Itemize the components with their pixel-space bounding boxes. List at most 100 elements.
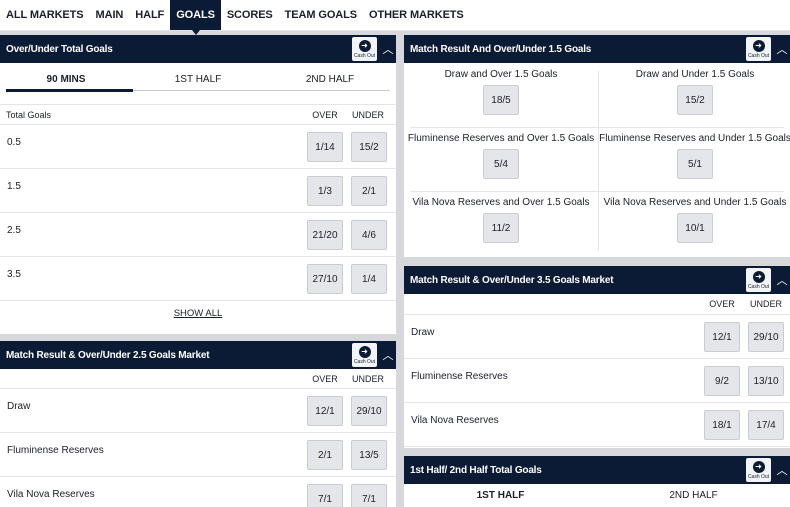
cash-out-icon: ➜ bbox=[752, 39, 765, 52]
cash-out-button[interactable]: ➜ Cash Out bbox=[746, 458, 771, 482]
period-tabs: 90 MINS 1ST HALF 2ND HALF bbox=[0, 63, 396, 105]
panel-header: Over/Under Total Goals ➜ Cash Out ︿ bbox=[0, 35, 396, 63]
tab-half[interactable]: HALF bbox=[129, 0, 170, 30]
over-header: OVER bbox=[312, 373, 338, 384]
under-header: UNDER bbox=[749, 299, 782, 309]
selection-cell: Draw and Under 1.5 Goals 15/2 bbox=[598, 63, 790, 127]
tab-team-goals[interactable]: TEAM GOALS bbox=[279, 0, 363, 30]
tab-other-markets[interactable]: OTHER MARKETS bbox=[363, 0, 470, 30]
odds-button[interactable]: 10/1 bbox=[677, 213, 713, 243]
market-nav: ALL MARKETS MAIN HALF GOALS SCORES TEAM … bbox=[0, 0, 790, 35]
odds-button-under[interactable]: 17/4 bbox=[748, 410, 784, 440]
odds-button[interactable]: 18/5 bbox=[483, 85, 519, 115]
panel-title: Match Result & Over/Under 3.5 Goals Mark… bbox=[410, 274, 614, 286]
chevron-up-icon[interactable]: ︿ bbox=[774, 41, 790, 57]
odds-button-over[interactable]: 1/14 bbox=[307, 132, 343, 162]
odds-button[interactable]: 15/2 bbox=[677, 85, 713, 115]
selection-name: Draw and Under 1.5 Goals bbox=[635, 69, 755, 80]
tab-goals[interactable]: GOALS bbox=[170, 0, 221, 35]
odds-button-over[interactable]: 1/3 bbox=[307, 176, 343, 206]
tab-scores[interactable]: SCORES bbox=[221, 0, 279, 30]
chevron-up-icon[interactable]: ︿ bbox=[774, 462, 790, 478]
odds-button-under[interactable]: 29/10 bbox=[351, 396, 387, 426]
odds-button-under[interactable]: 2/1 bbox=[351, 176, 387, 206]
odds-button-under[interactable]: 15/2 bbox=[351, 132, 387, 162]
tab-all-markets[interactable]: ALL MARKETS bbox=[0, 0, 90, 30]
cash-out-button[interactable]: ➜ Cash Out bbox=[352, 343, 377, 367]
tab-main[interactable]: MAIN bbox=[90, 0, 130, 30]
panel-header: Match Result & Over/Under 3.5 Goals Mark… bbox=[404, 266, 790, 294]
panel-title: Over/Under Total Goals bbox=[6, 43, 113, 55]
tab-2nd-half[interactable]: 2ND HALF bbox=[597, 490, 790, 501]
chevron-up-icon[interactable]: ︿ bbox=[380, 347, 396, 363]
row-label: Fluminense Reserves bbox=[7, 445, 104, 456]
odds-button-over[interactable]: 21/20 bbox=[307, 220, 343, 250]
ou-total-panel: Over/Under Total Goals ➜ Cash Out ︿ 90 M… bbox=[0, 35, 396, 334]
odds-button-under[interactable]: 7/1 bbox=[351, 484, 387, 507]
table-row: 3.5 27/10 1/4 bbox=[0, 257, 396, 301]
tab-1st-half[interactable]: 1ST HALF bbox=[404, 490, 597, 501]
row-label: Fluminense Reserves bbox=[411, 371, 508, 382]
odds-button-under[interactable]: 13/5 bbox=[351, 440, 387, 470]
odds-button[interactable]: 5/1 bbox=[677, 149, 713, 179]
odds-button-over[interactable]: 18/1 bbox=[704, 410, 740, 440]
row-label: 3.5 bbox=[7, 269, 21, 280]
cash-out-button[interactable]: ➜ Cash Out bbox=[746, 37, 771, 61]
odds-button-over[interactable]: 9/2 bbox=[704, 366, 740, 396]
show-all-link[interactable]: SHOW ALL bbox=[0, 301, 396, 325]
panel-title: Match Result & Over/Under 2.5 Goals Mark… bbox=[6, 349, 210, 361]
odds-button-under[interactable]: 1/4 bbox=[351, 264, 387, 294]
cash-out-button[interactable]: ➜ Cash Out bbox=[352, 37, 377, 61]
table-row: 0.5 1/14 15/2 bbox=[0, 125, 396, 169]
tab-90-mins[interactable]: 90 MINS bbox=[0, 74, 132, 85]
selection-cell: Fluminense Reserves and Over 1.5 Goals 5… bbox=[404, 127, 598, 191]
table-row: Fluminense Reserves 2/1 13/5 bbox=[0, 433, 396, 477]
tab-1st-half[interactable]: 1ST HALF bbox=[132, 74, 264, 85]
selection-name: Fluminense Reserves and Under 1.5 Goals bbox=[599, 133, 790, 144]
under-header: UNDER bbox=[351, 373, 384, 384]
half-total-panel: 1st Half/ 2nd Half Total Goals ➜ Cash Ou… bbox=[404, 456, 790, 507]
row-label: 0.5 bbox=[7, 137, 21, 148]
cash-out-label: Cash Out bbox=[747, 283, 770, 290]
selection-cell: Draw and Over 1.5 Goals 18/5 bbox=[404, 63, 598, 127]
cash-out-icon: ➜ bbox=[358, 39, 371, 52]
total-goals-label: Total Goals bbox=[6, 109, 52, 120]
table-row: Draw 12/1 29/10 bbox=[0, 389, 396, 433]
odds-button-over[interactable]: 2/1 bbox=[307, 440, 343, 470]
table-row: Draw 12/1 29/10 bbox=[404, 315, 790, 359]
table-row: 1.5 1/3 2/1 bbox=[0, 169, 396, 213]
cash-out-button[interactable]: ➜ Cash Out bbox=[746, 268, 771, 292]
table-row: Vila Nova Reserves 7/1 7/1 bbox=[0, 477, 396, 507]
odds-button-over[interactable]: 7/1 bbox=[307, 484, 343, 507]
selection-name: Fluminense Reserves and Over 1.5 Goals bbox=[407, 133, 595, 144]
odds-button-over[interactable]: 27/10 bbox=[307, 264, 343, 294]
selection-grid: Draw and Over 1.5 Goals 18/5 Draw and Un… bbox=[404, 63, 790, 255]
cash-out-icon: ➜ bbox=[752, 270, 765, 283]
table-row: Vila Nova Reserves 18/1 17/4 bbox=[404, 403, 790, 447]
odds-button-over[interactable]: 12/1 bbox=[307, 396, 343, 426]
table-row: Fluminense Reserves 9/2 13/10 bbox=[404, 359, 790, 403]
odds-button-under[interactable]: 4/6 bbox=[351, 220, 387, 250]
row-label: Draw bbox=[7, 401, 31, 412]
odds-button-over[interactable]: 12/1 bbox=[704, 322, 740, 352]
odds-button[interactable]: 11/2 bbox=[483, 213, 519, 243]
odds-button[interactable]: 5/4 bbox=[483, 149, 519, 179]
panel-title: Match Result And Over/Under 1.5 Goals bbox=[410, 43, 592, 55]
odds-button-under[interactable]: 29/10 bbox=[748, 322, 784, 352]
column-header: Total Goals OVER UNDER bbox=[0, 105, 396, 125]
active-tab-indicator bbox=[6, 89, 133, 92]
chevron-up-icon[interactable]: ︿ bbox=[380, 41, 396, 57]
panel-header: Match Result & Over/Under 2.5 Goals Mark… bbox=[0, 341, 396, 369]
tab-2nd-half[interactable]: 2ND HALF bbox=[264, 74, 396, 85]
column-header: OVER UNDER bbox=[404, 294, 790, 315]
selection-cell: Vila Nova Reserves and Over 1.5 Goals 11… bbox=[404, 191, 598, 255]
mr-ou25-panel: Match Result & Over/Under 2.5 Goals Mark… bbox=[0, 341, 396, 507]
odds-button-under[interactable]: 13/10 bbox=[748, 366, 784, 396]
chevron-up-icon[interactable]: ︿ bbox=[774, 272, 790, 288]
panel-title: 1st Half/ 2nd Half Total Goals bbox=[410, 464, 542, 476]
row-label: Vila Nova Reserves bbox=[7, 489, 95, 500]
panel-header: 1st Half/ 2nd Half Total Goals ➜ Cash Ou… bbox=[404, 456, 790, 484]
row-label: Draw bbox=[411, 327, 435, 338]
period-tabs: 1ST HALF 2ND HALF bbox=[404, 484, 790, 507]
over-header: OVER bbox=[312, 109, 338, 120]
